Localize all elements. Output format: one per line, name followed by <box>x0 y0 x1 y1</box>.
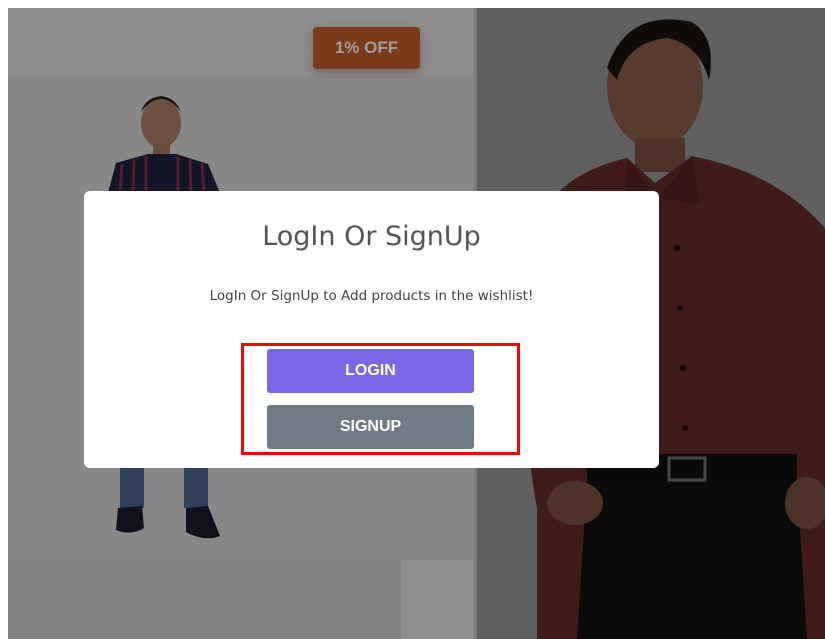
login-signup-modal: LogIn Or SignUp LogIn Or SignUp to Add p… <box>84 191 659 468</box>
modal-message: LogIn Or SignUp to Add products in the w… <box>209 288 534 304</box>
login-button[interactable]: LOGIN <box>267 349 474 393</box>
signup-button[interactable]: SIGNUP <box>267 405 474 449</box>
page-frame: 1% OFF LogIn Or SignUp LogIn Or SignUp t… <box>8 8 825 639</box>
modal-title: LogIn Or SignUp <box>262 221 481 252</box>
